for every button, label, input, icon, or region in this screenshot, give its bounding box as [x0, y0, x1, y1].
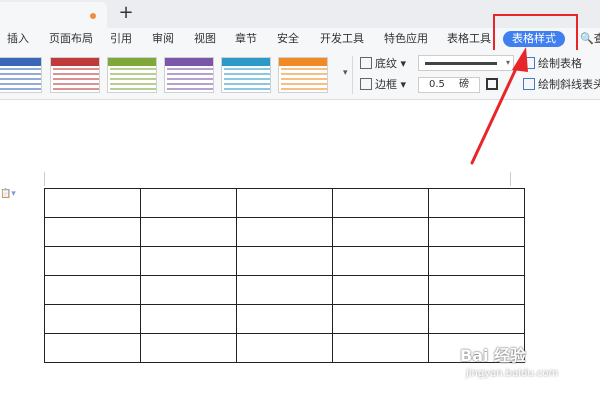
line-style-preview — [425, 62, 497, 65]
table-row — [44, 246, 525, 276]
new-tab-button[interactable]: + — [117, 3, 135, 23]
table-style-blue[interactable] — [0, 57, 42, 93]
border-label: 边框 — [375, 78, 397, 91]
tab-sections[interactable]: 章节 — [235, 31, 257, 47]
unsaved-indicator — [90, 13, 96, 19]
table-cell[interactable] — [332, 246, 429, 276]
table-style-cyan[interactable] — [221, 57, 271, 93]
table-cell[interactable] — [44, 275, 141, 305]
tab-references[interactable]: 引用 — [110, 31, 132, 47]
margin-marker-right — [510, 172, 511, 186]
table-cell[interactable] — [44, 188, 141, 218]
table-cell[interactable] — [332, 188, 429, 218]
border-button[interactable]: 边框 ▾ — [360, 78, 406, 92]
table-cell[interactable] — [428, 246, 525, 276]
tab-security[interactable]: 安全 — [277, 31, 299, 47]
border-icon — [360, 78, 372, 90]
search-label: 查 — [593, 32, 600, 45]
table-cell[interactable] — [236, 333, 333, 363]
border-color-button[interactable] — [486, 78, 498, 90]
chevron-down-icon: ▾ — [505, 58, 510, 67]
table-cell[interactable] — [236, 275, 333, 305]
table-cell[interactable] — [332, 304, 429, 334]
gallery-expand-icon[interactable]: ▾ — [343, 68, 348, 78]
table-row — [44, 217, 525, 247]
search-button[interactable]: 🔍查 — [580, 31, 600, 47]
tab-view[interactable]: 视图 — [194, 31, 216, 47]
tab-featured-apps[interactable]: 特色应用 — [384, 31, 428, 47]
toolbar-divider — [352, 56, 353, 94]
table-cell[interactable] — [44, 246, 141, 276]
table-style-red[interactable] — [50, 57, 100, 93]
document-tab[interactable] — [0, 2, 107, 28]
table-cell[interactable] — [236, 217, 333, 247]
table-cell[interactable] — [140, 188, 237, 218]
shading-button[interactable]: 底纹 ▾ — [360, 57, 406, 71]
table-style-purple[interactable] — [164, 57, 214, 93]
line-width-unit: 磅 — [459, 79, 469, 90]
table-style-green[interactable] — [107, 57, 157, 93]
shading-icon — [360, 57, 372, 69]
table-row — [44, 275, 525, 305]
table-cell[interactable] — [332, 217, 429, 247]
table-cell[interactable] — [428, 188, 525, 218]
draw-table-icon — [523, 57, 535, 69]
table-cell[interactable] — [140, 333, 237, 363]
table-cell[interactable] — [44, 333, 141, 363]
table-cell[interactable] — [428, 275, 525, 305]
tab-page-layout[interactable]: 页面布局 — [49, 31, 93, 47]
line-style-dropdown[interactable]: ▾ — [418, 55, 514, 71]
table-cell[interactable] — [236, 304, 333, 334]
table-cell[interactable] — [140, 304, 237, 334]
table-cell[interactable] — [332, 275, 429, 305]
watermark: Bai 经验 jingyan.baidu.com — [460, 342, 584, 390]
table-cell[interactable] — [140, 275, 237, 305]
draw-diagonal-header-button[interactable]: 绘制斜线表头 — [523, 78, 600, 92]
table-cell[interactable] — [428, 217, 525, 247]
table-row — [44, 304, 525, 334]
table-style-orange[interactable] — [278, 57, 328, 93]
table-cell[interactable] — [140, 246, 237, 276]
paste-options-icon[interactable]: 📋▾ — [0, 189, 16, 199]
watermark-brand: Bai 经验 — [460, 346, 527, 365]
draw-table-button[interactable]: 绘制表格 — [523, 57, 582, 71]
margin-marker-left — [44, 172, 45, 186]
table-cell[interactable] — [44, 304, 141, 334]
table-cell[interactable] — [428, 304, 525, 334]
shading-label: 底纹 — [375, 57, 397, 70]
table-cell[interactable] — [236, 246, 333, 276]
draw-diagonal-header-label: 绘制斜线表头 — [538, 78, 600, 91]
table-cell[interactable] — [332, 333, 429, 363]
line-width-dropdown[interactable]: 0.5 磅 — [418, 77, 480, 93]
table-cell[interactable] — [44, 217, 141, 247]
diagonal-header-icon — [523, 78, 535, 90]
tab-insert[interactable]: 插入 — [7, 31, 29, 47]
draw-table-label: 绘制表格 — [538, 57, 582, 70]
document-table[interactable] — [44, 188, 525, 363]
table-row — [44, 188, 525, 218]
line-width-value: 0.5 — [429, 79, 445, 90]
tab-developer-tools[interactable]: 开发工具 — [320, 31, 364, 47]
search-icon: 🔍 — [580, 32, 594, 45]
table-cell[interactable] — [236, 188, 333, 218]
tab-review[interactable]: 审阅 — [152, 31, 174, 47]
table-row — [44, 333, 525, 363]
table-cell[interactable] — [140, 217, 237, 247]
tab-table-tools[interactable]: 表格工具 — [447, 31, 491, 47]
watermark-url: jingyan.baidu.com — [466, 368, 559, 379]
